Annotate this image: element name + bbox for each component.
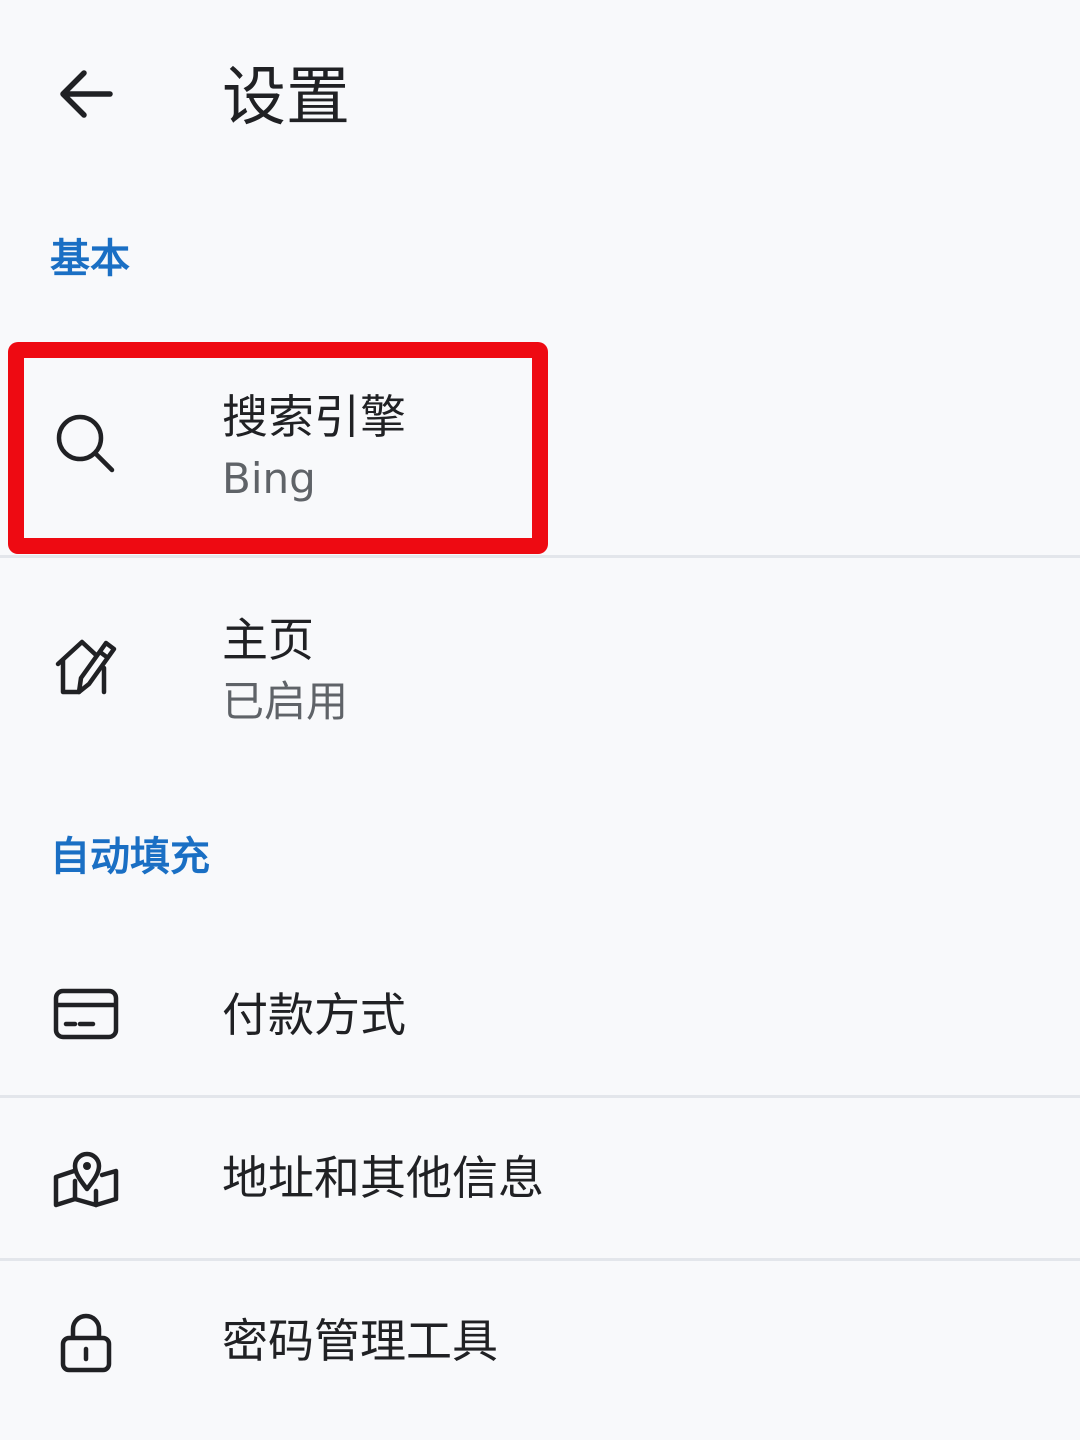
search-engine-value: Bing [222, 454, 316, 503]
lock-icon [50, 1307, 122, 1379]
search-engine-label: 搜索引擎 [222, 390, 406, 444]
app-header: 设置 [0, 0, 1080, 190]
addresses-label: 地址和其他信息 [222, 1151, 544, 1205]
arrow-left-icon [58, 69, 114, 119]
payment-methods-label: 付款方式 [222, 988, 406, 1042]
password-manager-label: 密码管理工具 [222, 1314, 498, 1368]
settings-item-homepage[interactable]: 主页 已启用 [0, 558, 1080, 768]
home-edit-icon [50, 630, 122, 702]
homepage-label: 主页 [222, 613, 314, 667]
back-button[interactable] [52, 60, 120, 128]
section-title-basic: 基本 [50, 236, 130, 282]
section-title-autofill: 自动填充 [50, 834, 210, 880]
settings-item-search-engine[interactable]: 搜索引擎 Bing [0, 345, 1080, 555]
page-title: 设置 [222, 61, 350, 135]
homepage-value: 已启用 [222, 677, 349, 726]
search-icon [50, 408, 122, 480]
settings-item-password-manager[interactable]: 密码管理工具 [0, 1261, 1080, 1421]
settings-item-addresses[interactable]: 地址和其他信息 [0, 1098, 1080, 1258]
settings-item-payment-methods[interactable]: 付款方式 [0, 935, 1080, 1095]
map-pin-icon [50, 1143, 122, 1215]
credit-card-icon [50, 978, 122, 1050]
